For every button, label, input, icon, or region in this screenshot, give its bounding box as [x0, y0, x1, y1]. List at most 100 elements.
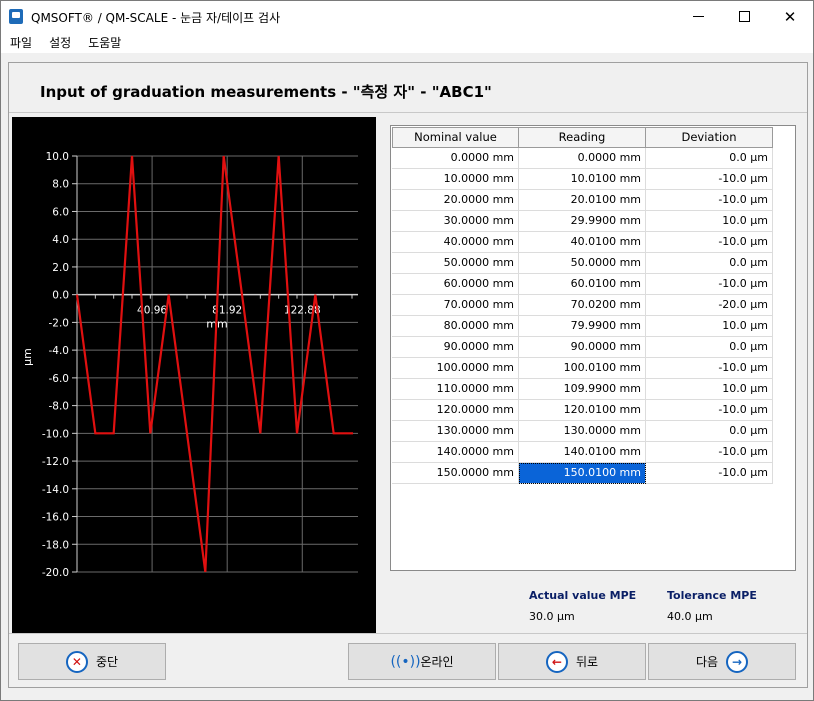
- table-body: 0.0000 mm 0.0000 mm 0.0 µm 10.0000 mm 10.010…: [392, 148, 773, 484]
- maximize-button[interactable]: [721, 1, 767, 32]
- cell-deviation[interactable]: 0.0 µm: [646, 421, 773, 442]
- cell-nominal[interactable]: 10.0000 mm: [392, 169, 519, 190]
- table-row[interactable]: 0.0000 mm 0.0000 mm 0.0 µm: [392, 148, 773, 169]
- next-button[interactable]: 다음 →: [648, 643, 796, 680]
- table-row[interactable]: 50.0000 mm 50.0000 mm 0.0 µm: [392, 253, 773, 274]
- column-header-nominal[interactable]: Nominal value: [392, 127, 519, 148]
- tolerance-mpe-label: Tolerance MPE: [667, 589, 757, 602]
- app-logo-icon: [9, 9, 23, 24]
- cancel-x-icon: ✕: [65, 650, 88, 673]
- minimize-icon: [692, 16, 704, 17]
- cell-nominal[interactable]: 90.0000 mm: [392, 337, 519, 358]
- window-title: QMSOFT® / QM-SCALE - 눈금 자/테이프 검사: [31, 11, 281, 25]
- cell-nominal[interactable]: 140.0000 mm: [392, 442, 519, 463]
- cell-deviation[interactable]: -10.0 µm: [646, 400, 773, 421]
- cell-reading[interactable]: 90.0000 mm: [519, 337, 646, 358]
- main-panel: Input of graduation measurements - "측정 자…: [8, 62, 808, 688]
- y-tick-label: -10.0: [42, 428, 69, 440]
- cell-deviation[interactable]: 10.0 µm: [646, 379, 773, 400]
- cell-nominal[interactable]: 70.0000 mm: [392, 295, 519, 316]
- title-bar[interactable]: QMSOFT® / QM-SCALE - 눈금 자/테이프 검사 ✕: [1, 1, 813, 32]
- actual-mpe-label: Actual value MPE: [529, 589, 637, 602]
- cell-nominal[interactable]: 150.0000 mm: [392, 463, 519, 484]
- cell-reading[interactable]: 70.0200 mm: [519, 295, 646, 316]
- cell-deviation[interactable]: -10.0 µm: [646, 232, 773, 253]
- close-button[interactable]: ✕: [767, 1, 813, 32]
- next-button-label: 다음: [695, 655, 719, 669]
- cell-nominal[interactable]: 120.0000 mm: [392, 400, 519, 421]
- cell-nominal[interactable]: 50.0000 mm: [392, 253, 519, 274]
- cell-nominal[interactable]: 80.0000 mm: [392, 316, 519, 337]
- table-row[interactable]: 150.0000 mm 150.0100 mm -10.0 µm: [392, 463, 773, 484]
- table-row[interactable]: 30.0000 mm 29.9900 mm 10.0 µm: [392, 211, 773, 232]
- cell-reading[interactable]: 10.0100 mm: [519, 169, 646, 190]
- minimize-button[interactable]: [675, 1, 721, 32]
- cell-nominal[interactable]: 0.0000 mm: [392, 148, 519, 169]
- cell-deviation[interactable]: -10.0 µm: [646, 169, 773, 190]
- table-row[interactable]: 120.0000 mm 120.0100 mm -10.0 µm: [392, 400, 773, 421]
- cell-reading[interactable]: 40.0100 mm: [519, 232, 646, 253]
- cell-nominal[interactable]: 110.0000 mm: [392, 379, 519, 400]
- cell-deviation[interactable]: -10.0 µm: [646, 463, 773, 484]
- header-bar: Input of graduation measurements - "측정 자…: [9, 63, 807, 113]
- menu-file[interactable]: 파일: [1, 34, 40, 51]
- cell-nominal[interactable]: 100.0000 mm: [392, 358, 519, 379]
- cell-reading[interactable]: 29.9900 mm: [519, 211, 646, 232]
- column-header-reading[interactable]: Reading: [519, 127, 646, 148]
- cell-reading[interactable]: 50.0000 mm: [519, 253, 646, 274]
- menu-help[interactable]: 도움말: [79, 34, 129, 51]
- maximize-icon: [738, 11, 750, 22]
- cell-deviation[interactable]: -10.0 µm: [646, 190, 773, 211]
- cell-reading[interactable]: 0.0000 mm: [519, 148, 646, 169]
- cell-nominal[interactable]: 40.0000 mm: [392, 232, 519, 253]
- y-tick-label: 4.0: [52, 234, 69, 246]
- deviation-series-line: [75, 155, 352, 573]
- cell-reading[interactable]: 60.0100 mm: [519, 274, 646, 295]
- back-button[interactable]: ← 뒤로: [498, 643, 646, 680]
- y-tick-label: -20.0: [42, 567, 69, 579]
- y-axis-label: µm: [21, 348, 34, 366]
- cell-reading[interactable]: 20.0100 mm: [519, 190, 646, 211]
- cell-reading[interactable]: 100.0100 mm: [519, 358, 646, 379]
- table-row[interactable]: 130.0000 mm 130.0000 mm 0.0 µm: [392, 421, 773, 442]
- cell-deviation[interactable]: 0.0 µm: [646, 253, 773, 274]
- cell-reading[interactable]: 140.0100 mm: [519, 442, 646, 463]
- actual-mpe-value: 30.0 µm: [529, 610, 575, 623]
- table-row[interactable]: 70.0000 mm 70.0200 mm -20.0 µm: [392, 295, 773, 316]
- table-row[interactable]: 140.0000 mm 140.0100 mm -10.0 µm: [392, 442, 773, 463]
- table-row[interactable]: 40.0000 mm 40.0100 mm -10.0 µm: [392, 232, 773, 253]
- cell-deviation[interactable]: -20.0 µm: [646, 295, 773, 316]
- cell-deviation[interactable]: 10.0 µm: [646, 211, 773, 232]
- cancel-button[interactable]: ✕ 중단: [18, 643, 166, 680]
- table-row[interactable]: 10.0000 mm 10.0100 mm -10.0 µm: [392, 169, 773, 190]
- table-row[interactable]: 80.0000 mm 79.9900 mm 10.0 µm: [392, 316, 773, 337]
- table-row[interactable]: 20.0000 mm 20.0100 mm -10.0 µm: [392, 190, 773, 211]
- cell-reading[interactable]: 79.9900 mm: [519, 316, 646, 337]
- cell-deviation[interactable]: 10.0 µm: [646, 316, 773, 337]
- cell-nominal[interactable]: 60.0000 mm: [392, 274, 519, 295]
- wireless-signal-icon: ((•)): [390, 653, 421, 670]
- cell-nominal[interactable]: 130.0000 mm: [392, 421, 519, 442]
- table-row[interactable]: 110.0000 mm 109.9900 mm 10.0 µm: [392, 379, 773, 400]
- column-header-deviation[interactable]: Deviation: [646, 127, 773, 148]
- cell-reading[interactable]: 130.0000 mm: [519, 421, 646, 442]
- measurements-table[interactable]: Nominal value Reading Deviation 0.0000 m…: [390, 125, 796, 571]
- table-row[interactable]: 100.0000 mm 100.0100 mm -10.0 µm: [392, 358, 773, 379]
- y-tick-label: 8.0: [52, 179, 69, 191]
- cell-deviation[interactable]: -10.0 µm: [646, 358, 773, 379]
- menu-settings[interactable]: 설정: [40, 34, 79, 51]
- cell-deviation[interactable]: -10.0 µm: [646, 442, 773, 463]
- table-row[interactable]: 60.0000 mm 60.0100 mm -10.0 µm: [392, 274, 773, 295]
- cell-reading[interactable]: 150.0100 mm: [519, 463, 646, 484]
- online-button[interactable]: ((•)) 온라인: [348, 643, 496, 680]
- footer-bar: ✕ 중단 ((•)) 온라인 ← 뒤로 다음 →: [9, 633, 807, 688]
- cell-deviation[interactable]: 0.0 µm: [646, 337, 773, 358]
- table-row[interactable]: 90.0000 mm 90.0000 mm 0.0 µm: [392, 337, 773, 358]
- cell-reading[interactable]: 109.9900 mm: [519, 379, 646, 400]
- cell-nominal[interactable]: 30.0000 mm: [392, 211, 519, 232]
- back-button-label: 뒤로: [575, 655, 599, 669]
- cell-reading[interactable]: 120.0100 mm: [519, 400, 646, 421]
- cell-deviation[interactable]: 0.0 µm: [646, 148, 773, 169]
- cell-nominal[interactable]: 20.0000 mm: [392, 190, 519, 211]
- cell-deviation[interactable]: -10.0 µm: [646, 274, 773, 295]
